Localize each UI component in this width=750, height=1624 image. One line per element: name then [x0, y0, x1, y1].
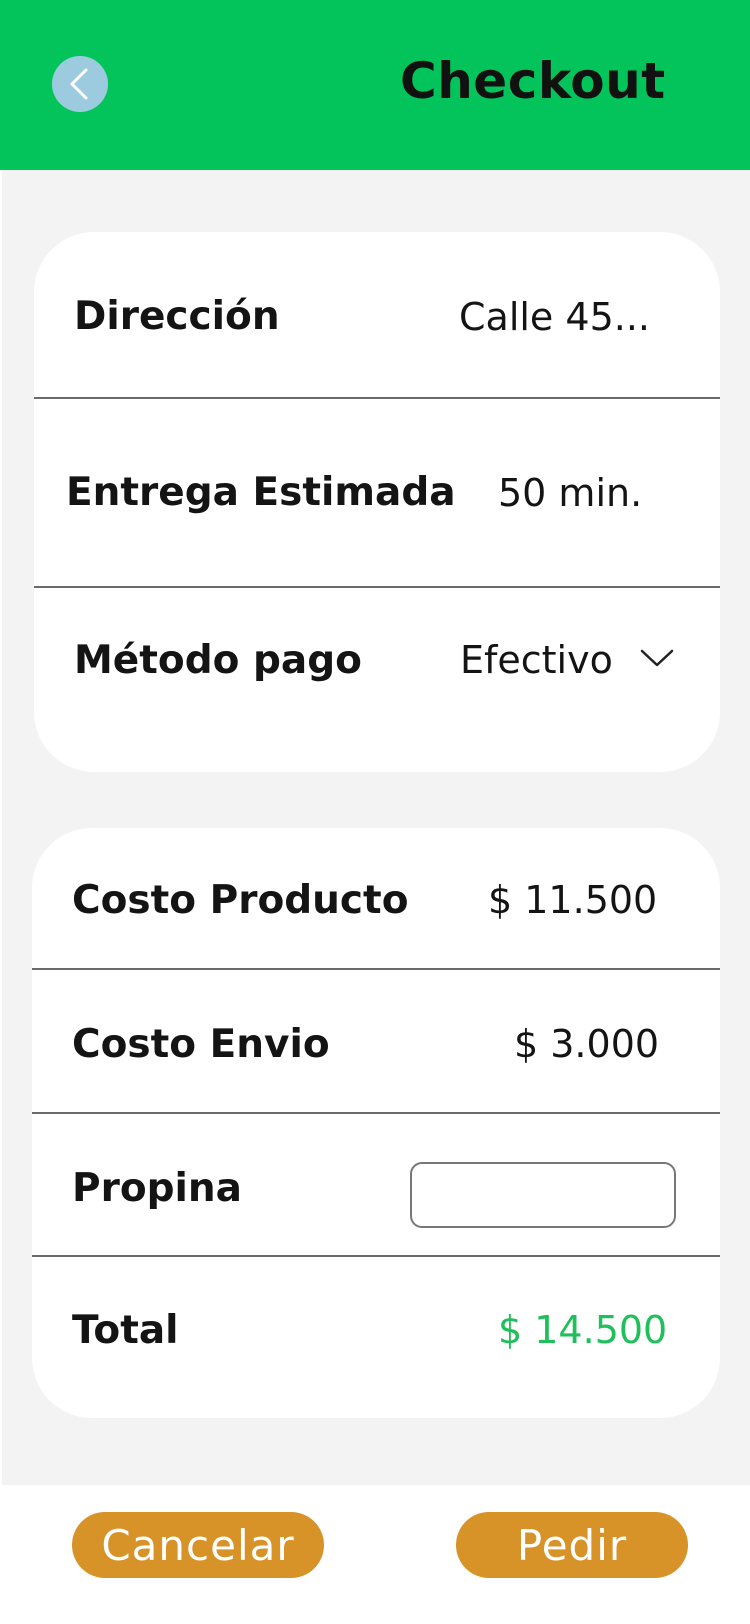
- order-button[interactable]: Pedir: [456, 1512, 688, 1578]
- divider: [32, 968, 720, 970]
- address-value[interactable]: Calle 45...: [459, 295, 650, 339]
- back-button[interactable]: [52, 56, 108, 112]
- eta-value: 50 min.: [498, 471, 643, 515]
- divider: [32, 1112, 720, 1114]
- checkout-content: Dirección Calle 45... Entrega Estimada 5…: [2, 170, 750, 1485]
- divider: [34, 586, 720, 588]
- total-value: $ 14.500: [498, 1308, 668, 1352]
- chevron-left-icon: [70, 68, 88, 100]
- product-cost-label: Costo Producto: [72, 878, 409, 923]
- tip-label: Propina: [72, 1166, 242, 1211]
- divider: [32, 1255, 720, 1257]
- total-label: Total: [72, 1308, 179, 1353]
- divider: [34, 397, 720, 399]
- cost-summary-card: Costo Producto $ 11.500 Costo Envio $ 3.…: [32, 828, 720, 1418]
- shipping-cost-label: Costo Envio: [72, 1022, 330, 1067]
- payment-method-label: Método pago: [74, 638, 362, 683]
- product-cost-value: $ 11.500: [488, 878, 658, 922]
- eta-label: Entrega Estimada: [66, 470, 456, 515]
- chevron-down-icon: [640, 649, 674, 667]
- delivery-card: Dirección Calle 45... Entrega Estimada 5…: [34, 232, 720, 772]
- cancel-button[interactable]: Cancelar: [72, 1512, 324, 1578]
- page-title: Checkout: [400, 52, 666, 110]
- address-label: Dirección: [74, 294, 280, 339]
- tip-input[interactable]: [410, 1162, 676, 1228]
- payment-method-value: Efectivo: [460, 638, 613, 682]
- shipping-cost-value: $ 3.000: [514, 1022, 660, 1066]
- payment-method-select[interactable]: Efectivo: [454, 627, 704, 697]
- header-bar: Checkout: [0, 0, 750, 170]
